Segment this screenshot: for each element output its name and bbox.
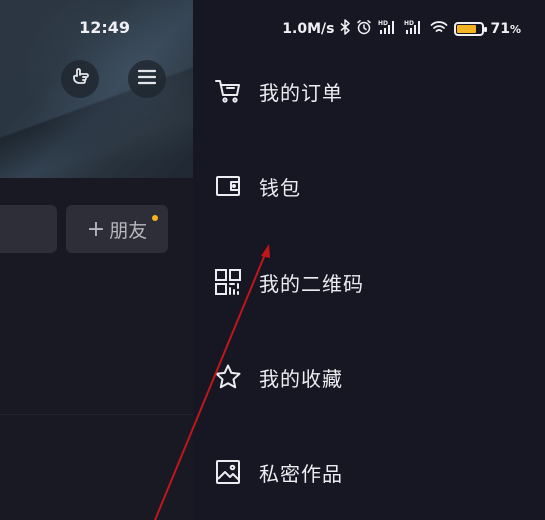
cart-icon (213, 76, 243, 106)
svg-text:HD: HD (404, 20, 414, 27)
svg-text:HD: HD (378, 20, 388, 27)
private-image-icon (213, 457, 243, 487)
network-speed: 1.0M/s (282, 21, 335, 37)
wallet-icon (213, 171, 243, 201)
notification-dot (152, 215, 158, 221)
drawer-item-wallet[interactable]: 钱包 (193, 156, 545, 216)
add-friend-button[interactable]: + 朋友 (66, 205, 168, 253)
add-friend-label: 朋友 (109, 219, 148, 242)
battery-percent: 71 (490, 21, 510, 37)
drawer-item-favorites[interactable]: 我的收藏 (193, 347, 545, 407)
drawer-item-private-works[interactable]: 私密作品 (193, 442, 545, 502)
battery-icon (454, 22, 488, 36)
status-bar-right: 1.0M/s HD HD 71% (282, 19, 521, 39)
drawer-item-label: 我的订单 (259, 80, 343, 105)
qr-code-icon (213, 267, 243, 297)
status-time: 12:49 (79, 18, 130, 37)
hamburger-menu-icon (137, 68, 157, 90)
plus-icon: + (86, 216, 106, 242)
wifi-icon (430, 20, 448, 38)
hand-button[interactable] (61, 60, 99, 98)
star-icon (213, 362, 243, 392)
bluetooth-icon (340, 19, 351, 39)
divider (0, 414, 193, 415)
drawer-item-label: 私密作品 (259, 461, 343, 486)
alarm-icon (356, 19, 372, 39)
profile-panel: 12:49 + 朋友 (0, 0, 193, 520)
battery-fill (457, 25, 476, 33)
signal-hd-icon: HD (378, 19, 398, 39)
drawer-item-orders[interactable]: 我的订单 (193, 61, 545, 121)
menu-button[interactable] (128, 60, 166, 98)
drawer-item-qr-code[interactable]: 我的二维码 (193, 252, 545, 312)
edit-profile-button[interactable] (0, 205, 57, 253)
hand-pointing-icon (68, 65, 92, 93)
drawer-item-label: 我的收藏 (259, 366, 343, 391)
drawer-item-label: 钱包 (259, 175, 301, 200)
battery-unit: % (509, 23, 521, 36)
signal-hd-icon: HD (404, 19, 424, 39)
battery-readout: 71% (490, 21, 521, 37)
drawer-item-label: 我的二维码 (259, 271, 364, 296)
